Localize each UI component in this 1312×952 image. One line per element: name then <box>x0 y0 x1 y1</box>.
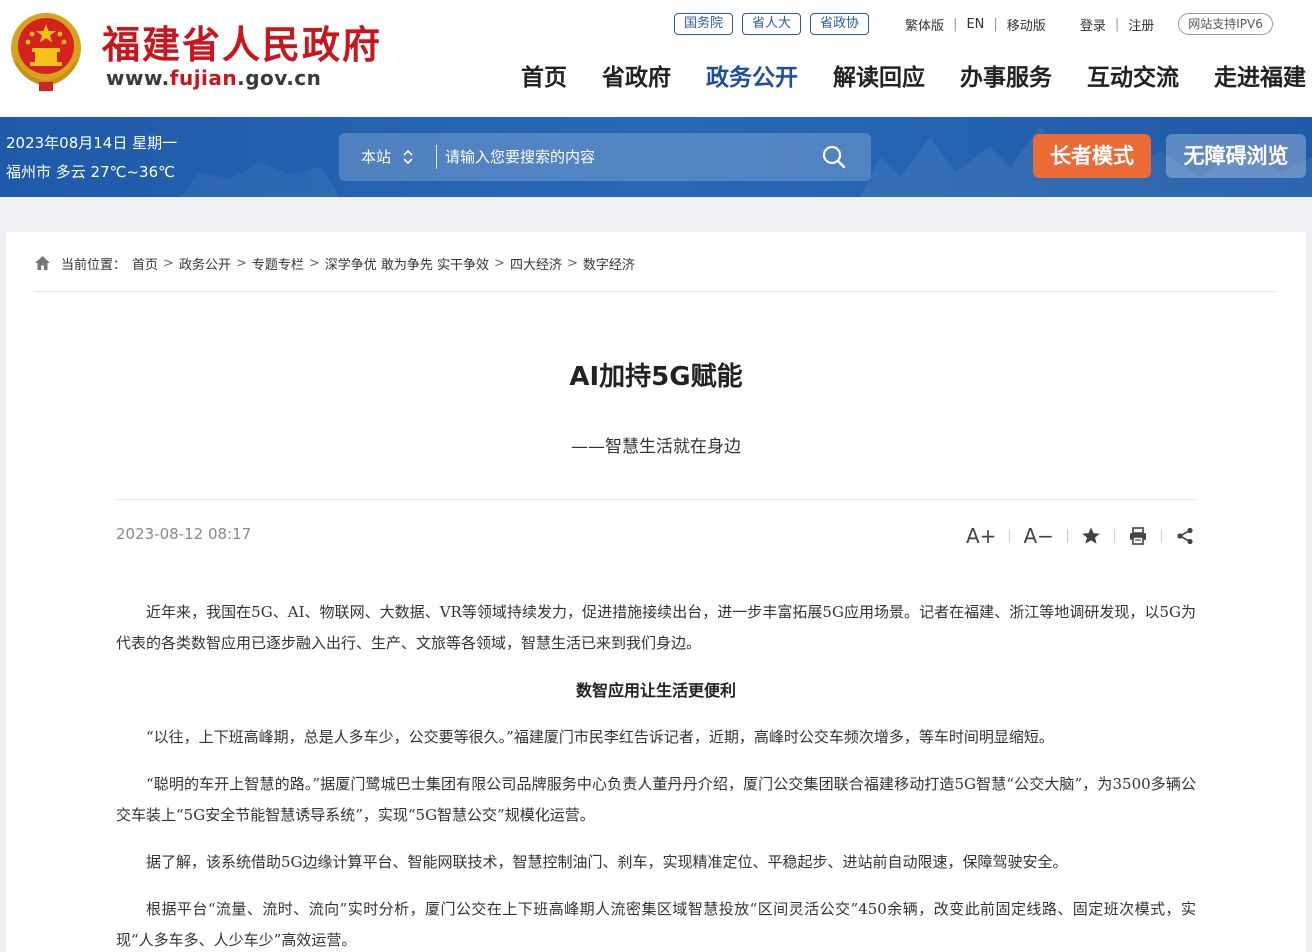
domain-prefix: www. <box>106 66 170 90</box>
domain-highlight: fujian <box>169 66 238 90</box>
separator: | <box>1114 16 1120 32</box>
breadcrumb-item-special-topics[interactable]: 专题专栏 <box>252 254 304 273</box>
breadcrumb-item-government-affairs[interactable]: 政务公开 <box>179 254 231 273</box>
link-traditional[interactable]: 繁体版 <box>905 15 944 34</box>
nav-interpretation[interactable]: 解读回应 <box>833 62 925 94</box>
site-header: 福建省人民政府 www.fujian.gov.cn 国务院 省人大 省政协 繁体… <box>0 0 1312 117</box>
nav-interaction[interactable]: 互动交流 <box>1087 62 1179 94</box>
main-nav: 首页 省政府 政务公开 解读回应 办事服务 互动交流 走进福建 <box>486 62 1306 94</box>
search-scope-select[interactable]: 本站 <box>361 133 391 181</box>
share-icon[interactable] <box>1175 522 1195 550</box>
tool-separator <box>1009 529 1011 543</box>
link-login[interactable]: 登录 <box>1080 15 1106 34</box>
breadcrumb-separator: > <box>163 255 174 271</box>
breadcrumb-item-home[interactable]: 首页 <box>132 254 158 273</box>
favorite-star-icon[interactable] <box>1081 522 1101 550</box>
breadcrumb-prefix: 当前位置： <box>61 257 127 273</box>
search-input[interactable] <box>445 139 805 175</box>
article-panel: 当前位置： 首页 > 政务公开 > 专题专栏 > 深学争优 敢为争先 实干争效 … <box>6 232 1306 952</box>
tool-separator <box>1066 529 1068 543</box>
article-body: 近年来，我国在5G、AI、物联网、大数据、VR等领域持续发力，促进措施接续出台，… <box>116 597 1196 952</box>
search-box: 本站 <box>339 133 871 181</box>
home-icon <box>35 256 50 270</box>
article-paragraph: 近年来，我国在5G、AI、物联网、大数据、VR等领域持续发力，促进措施接续出台，… <box>116 603 1196 652</box>
separator: | <box>953 16 958 32</box>
font-larger-button[interactable]: A+ <box>966 522 996 550</box>
link-shengzhengxie[interactable]: 省政协 <box>810 13 870 35</box>
breadcrumb: 当前位置： 首页 > 政务公开 > 专题专栏 > 深学争优 敢为争先 实干争效 … <box>34 252 635 274</box>
nav-government-affairs[interactable]: 政务公开 <box>706 62 798 94</box>
article-paragraph: “聪明的车开上智慧的路。”据厦门鹭城巴士集团有限公司品牌服务中心负责人董丹丹介绍… <box>116 775 1196 824</box>
elder-mode-button[interactable]: 长者模式 <box>1033 134 1151 178</box>
print-icon[interactable] <box>1128 522 1148 550</box>
ipv6-badge: 网站支持IPV6 <box>1178 13 1273 35</box>
site-name[interactable]: 福建省人民政府 <box>102 14 382 69</box>
nav-provincial-government[interactable]: 省政府 <box>602 62 671 94</box>
breadcrumb-divider <box>34 291 1276 292</box>
site-domain: www.fujian.gov.cn <box>106 66 321 90</box>
article-paragraph: 根据平台“流量、流时、流向”实时分析，厦门公交在上下班高峰期人流密集区域智慧投放… <box>116 900 1196 949</box>
article-title: AI加持5G赋能 <box>569 362 743 392</box>
link-shengrenda[interactable]: 省人大 <box>742 13 802 35</box>
link-mobile[interactable]: 移动版 <box>1007 15 1046 34</box>
nav-services[interactable]: 办事服务 <box>960 62 1052 94</box>
article-paragraph: 据了解，该系统借助5G边缘计算平台、智能网联技术，智慧控制油门、刹车，实现精准定… <box>146 853 1068 871</box>
link-guowuyuan[interactable]: 国务院 <box>674 13 734 35</box>
national-emblem-icon[interactable] <box>8 10 84 92</box>
article-section-heading: 数智应用让生活更便利 <box>575 681 736 700</box>
current-date: 2023年08月14日 星期一 <box>6 134 178 152</box>
breadcrumb-separator: > <box>566 255 578 271</box>
search-divider <box>436 145 437 169</box>
accessibility-button[interactable]: 无障碍浏览 <box>1166 134 1306 178</box>
domain-suffix: .gov.cn <box>237 66 322 90</box>
breadcrumb-separator: > <box>494 255 505 271</box>
search-band: 2023年08月14日 星期一 福州市 多云 27℃~36℃ 本站 长者模式 无… <box>0 117 1312 197</box>
font-smaller-button[interactable]: A− <box>1023 522 1053 550</box>
tool-separator <box>1113 529 1115 543</box>
title-divider <box>116 499 1196 500</box>
article-tools: A+ A− <box>966 522 1195 550</box>
breadcrumb-separator: > <box>235 255 247 271</box>
weather-info: 福州市 多云 27℃~36℃ <box>6 163 175 181</box>
article-paragraph: “以往，上下班高峰期，总是人多车少，公交要等很久。”福建厦门市民李红告诉记者，近… <box>146 728 1054 746</box>
separator: | <box>993 16 998 32</box>
breadcrumb-item-campaign[interactable]: 深学争优 敢为争先 实干争效 <box>325 254 489 273</box>
nav-home[interactable]: 首页 <box>521 62 567 94</box>
article-subtitle: ——智慧生活就在身边 <box>571 437 741 457</box>
link-register[interactable]: 注册 <box>1128 15 1154 34</box>
top-links: 国务院 省人大 省政协 繁体版 | EN | 移动版 登录 | 注册 网站支持I… <box>674 12 1273 36</box>
scope-toggle-icon[interactable] <box>403 150 413 164</box>
breadcrumb-separator: > <box>308 255 320 271</box>
breadcrumb-item-digital-economy[interactable]: 数字经济 <box>583 254 635 273</box>
nav-about-fujian[interactable]: 走进福建 <box>1214 62 1306 94</box>
publish-date: 2023-08-12 08:17 <box>116 525 252 543</box>
link-english[interactable]: EN <box>966 17 984 32</box>
search-icon[interactable] <box>821 144 847 170</box>
breadcrumb-item-four-economies[interactable]: 四大经济 <box>510 254 562 273</box>
tool-separator <box>1160 529 1162 543</box>
